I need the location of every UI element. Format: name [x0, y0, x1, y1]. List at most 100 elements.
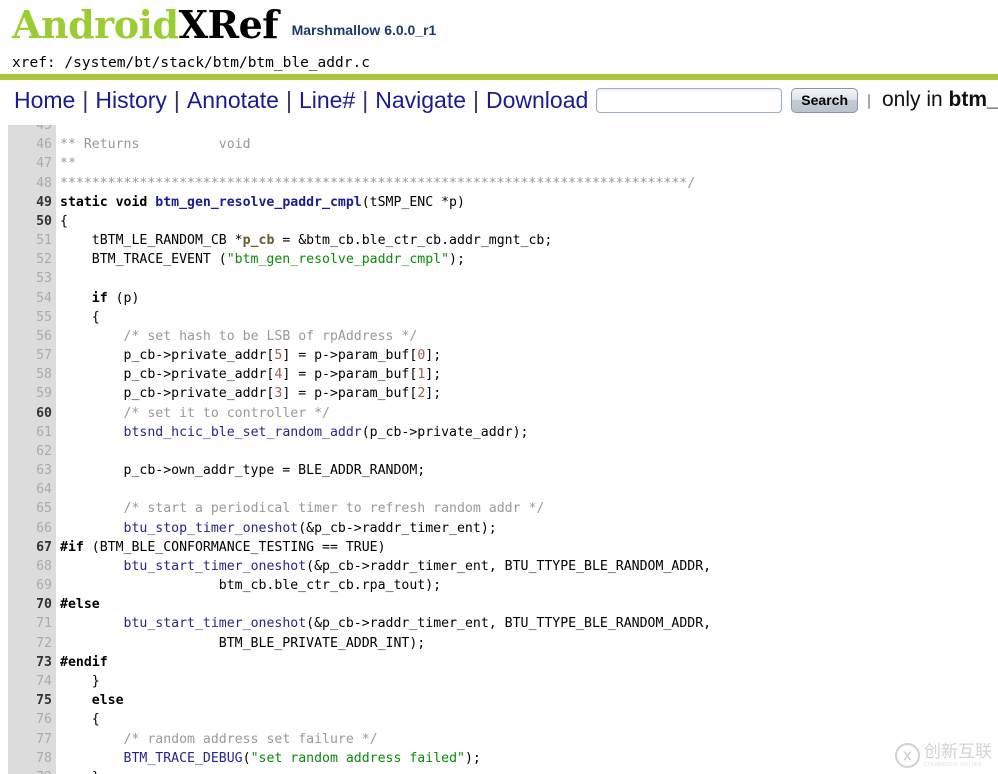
code-line: 47 ** — [0, 154, 998, 173]
code-line: 51 tBTM_LE_RANDOM_CB *p_cb = &btm_cb.ble… — [0, 231, 998, 250]
code-token-plain: ] = p->param_buf[ — [282, 367, 418, 383]
code-line-number[interactable]: 46 — [8, 135, 56, 154]
code-line: 76 { — [0, 710, 998, 729]
code-token-plain: } — [60, 673, 100, 689]
code-line-number[interactable]: 56 — [8, 327, 56, 346]
code-token-pp: #else — [60, 597, 100, 613]
code-line-number[interactable]: 77 — [8, 730, 56, 749]
code-line-number[interactable]: 50 — [8, 212, 56, 231]
code-line-number[interactable]: 47 — [8, 154, 56, 173]
code-token-plain: BTM_BLE_PRIVATE_ADDR_INT); — [60, 635, 426, 651]
code-token-id[interactable]: btsnd_hcic_ble_set_random_addr — [124, 425, 362, 440]
code-line-text: /* set it to controller */ — [56, 406, 330, 421]
nav-separator: | — [173, 86, 180, 113]
code-line-number[interactable]: 55 — [8, 308, 56, 327]
code-line-number[interactable]: 76 — [8, 710, 56, 729]
code-token-cmt: ** — [60, 125, 76, 133]
code-line-text: #if (BTM_BLE_CONFORMANCE_TESTING == TRUE… — [56, 540, 386, 555]
code-line-text: btu_start_timer_oneshot(&p_cb->raddr_tim… — [56, 616, 712, 631]
code-line: 56 /* set hash to be LSB of rpAddress */ — [0, 327, 998, 346]
code-line-number[interactable]: 73 — [8, 653, 56, 672]
code-token-plain: { — [60, 712, 100, 728]
code-token-plain: ); — [464, 750, 481, 766]
code-line: 60 /* set it to controller */ — [0, 404, 998, 423]
code-token-plain: p_cb->private_addr[ — [60, 348, 275, 364]
code-line-number[interactable]: 63 — [8, 461, 56, 480]
code-line-number[interactable]: 70 — [8, 595, 56, 614]
nav-link-download[interactable]: Download — [486, 87, 588, 114]
code-line-number[interactable]: 51 — [8, 231, 56, 250]
code-line-number[interactable]: 78 — [8, 749, 56, 768]
code-line: 45 ** — [0, 125, 998, 135]
code-line-number[interactable]: 49 — [8, 193, 56, 212]
code-line-number[interactable]: 48 — [8, 174, 56, 193]
code-line: 64 — [0, 480, 998, 499]
code-line: 70 #else — [0, 595, 998, 614]
code-token-kw: else — [91, 693, 124, 709]
code-token-cmt: ** — [60, 156, 76, 172]
code-token-pp: #if — [60, 539, 84, 555]
code-line-number[interactable]: 75 — [8, 691, 56, 710]
code-token-plain: p_cb->private_addr[ — [60, 367, 275, 383]
code-line-number[interactable]: 54 — [8, 289, 56, 308]
logo-android-text: Android — [12, 2, 179, 47]
code-line: 66 btu_stop_timer_oneshot(&p_cb->raddr_t… — [0, 519, 998, 538]
only-in-scope-checkbox[interactable] — [868, 93, 870, 109]
code-token-id[interactable]: btu_start_timer_oneshot — [124, 616, 307, 631]
source-code-lines: 45 ** 46 ** Returns void 47 ** 48 *************… — [0, 125, 998, 774]
code-line-number[interactable]: 60 — [8, 404, 56, 423]
code-line-number[interactable]: 62 — [8, 442, 56, 461]
code-line-number[interactable]: 72 — [8, 634, 56, 653]
navigation-bar: Home | History | Annotate | Line# | Navi… — [0, 80, 998, 120]
code-line-number[interactable]: 64 — [8, 480, 56, 499]
code-line-text: /* set hash to be LSB of rpAddress */ — [56, 329, 418, 344]
code-line-number[interactable]: 65 — [8, 499, 56, 518]
code-line-number[interactable]: 58 — [8, 365, 56, 384]
code-line-number[interactable]: 45 — [8, 125, 56, 135]
code-line-number[interactable]: 71 — [8, 614, 56, 633]
code-line-number[interactable]: 52 — [8, 250, 56, 269]
xref-path-text: xref: /system/bt/stack/btm/btm_ble_addr.… — [12, 55, 370, 71]
code-line-number[interactable]: 74 — [8, 672, 56, 691]
only-in-scope-label: only in btm_ — [882, 88, 998, 112]
nav-link-navigate[interactable]: Navigate — [375, 87, 466, 114]
code-line-text: ** — [56, 156, 76, 171]
code-line-number[interactable]: 67 — [8, 538, 56, 557]
source-code-viewer[interactable]: 45 ** 46 ** Returns void 47 ** 48 *************… — [0, 125, 998, 774]
code-token-id[interactable]: btu_stop_timer_oneshot — [124, 521, 299, 536]
nav-link-home[interactable]: Home — [14, 87, 75, 114]
site-logo[interactable]: AndroidXRef — [12, 0, 279, 47]
code-token-id[interactable]: BTM_TRACE_DEBUG — [124, 751, 243, 766]
code-token-plain: ]; — [425, 367, 442, 383]
nav-link-history[interactable]: History — [95, 87, 167, 114]
code-token-plain: (tSMP_ENC *p) — [361, 194, 465, 210]
code-line-text: btu_stop_timer_oneshot(&p_cb->raddr_time… — [56, 521, 497, 536]
code-line-number[interactable]: 68 — [8, 557, 56, 576]
site-header: AndroidXRef Marshmallow 6.0.0_r1 — [0, 0, 998, 52]
code-token-id[interactable]: btu_start_timer_oneshot — [124, 559, 307, 574]
android-version-label: Marshmallow 6.0.0_r1 — [291, 22, 437, 38]
code-token-plain: ] = p->param_buf[ — [282, 386, 418, 402]
code-line: 46 ** Returns void — [0, 135, 998, 154]
code-line-text: } — [56, 770, 100, 774]
code-line-number[interactable]: 57 — [8, 346, 56, 365]
code-line-number[interactable]: 79 — [8, 768, 56, 774]
code-line-number[interactable]: 66 — [8, 519, 56, 538]
code-line-number[interactable]: 61 — [8, 423, 56, 442]
search-input[interactable] — [596, 87, 783, 113]
code-token-fn[interactable]: btm_gen_resolve_paddr_cmpl — [155, 195, 361, 210]
search-button[interactable]: Search — [791, 87, 858, 113]
code-line-text: BTM_BLE_PRIVATE_ADDR_INT); — [56, 636, 425, 651]
nav-link-annotate[interactable]: Annotate — [187, 87, 279, 114]
code-line-number[interactable]: 59 — [8, 384, 56, 403]
code-line-number[interactable]: 69 — [8, 576, 56, 595]
code-line-number[interactable]: 53 — [8, 269, 56, 288]
logo-xref-text: XRef — [178, 2, 279, 47]
nav-link-linenumber[interactable]: Line# — [299, 87, 355, 114]
